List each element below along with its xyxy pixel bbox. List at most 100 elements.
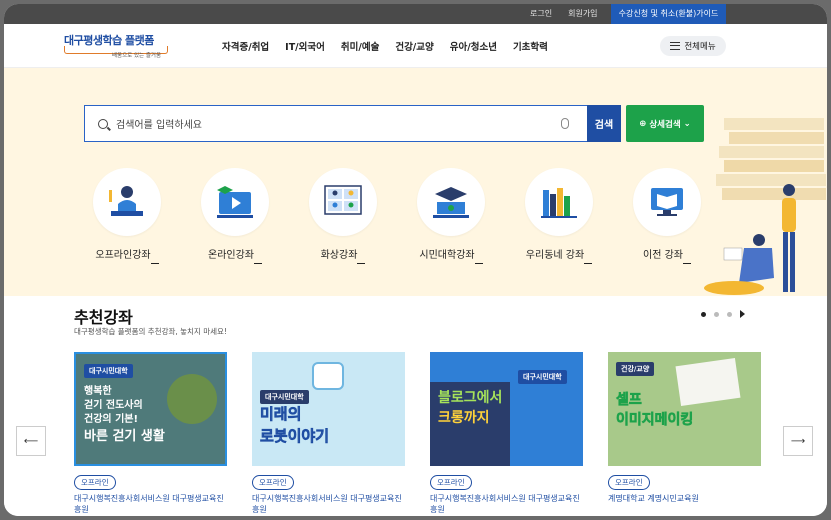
online-lecture-icon	[217, 186, 253, 218]
thumb-text: 걷기 전도사의	[84, 400, 143, 411]
main-nav: 자격증/취업 IT/외국어 취미/예술 건강/교양 유아/청소년 기초학력	[222, 24, 548, 68]
course-org: 대구시행복진흥사회서비스원 대구평생교육진흥원	[430, 494, 580, 514]
neighborhood-lecture-icon	[541, 188, 577, 218]
category-past[interactable]: 이전 강좌	[617, 168, 717, 268]
detail-search-label: 상세검색	[649, 119, 681, 130]
thumb-text: 건강의 기본!	[84, 414, 139, 425]
carousel-dot[interactable]	[714, 311, 719, 317]
course-card[interactable]: 대구시민대학 블로그에서 크롱까지 오프라인 대구시행복진흥사회서비스원 대구평…	[430, 352, 583, 516]
thumb-text: 블로그에서	[438, 390, 503, 406]
category-circle	[93, 168, 161, 236]
thumb-text: 미래의	[260, 405, 302, 423]
course-tag: 대구시민대학	[518, 370, 567, 384]
course-card[interactable]: 대구시민대학 행복한 걷기 전도사의 건강의 기본! 바른 걷기 생활 오프라인…	[74, 352, 227, 516]
category-citizen-university[interactable]: 시민대학강좌	[401, 168, 501, 268]
course-badge: 오프라인	[430, 475, 472, 490]
carousel-dot-active[interactable]	[701, 311, 706, 317]
microphone-icon[interactable]	[561, 118, 569, 129]
search-box: 검색어를 입력하세요	[84, 105, 587, 142]
hamburger-icon	[670, 42, 681, 50]
guide-link[interactable]: 수강신청 및 취소(환불)가이드	[611, 4, 726, 24]
category-video[interactable]: 화상강좌	[293, 168, 393, 268]
category-circle	[309, 168, 377, 236]
category-list: 오프라인강좌 온라인강좌 화상강좌 시민대학강좌 우리동네 강좌 이전 강좌	[77, 168, 717, 268]
hero-section: 검색어를 입력하세요 검색 ⊕ 상세검색 ⌄ 오프라인강좌 온라인강좌 화상강좌…	[4, 68, 827, 296]
login-link[interactable]: 로그인	[522, 4, 560, 24]
prev-arrow-button[interactable]: ⟵	[16, 426, 46, 456]
course-org: 대구시행복진흥사회서비스원 대구평생교육진흥원	[252, 494, 402, 514]
logo[interactable]: 대구평생학습 플랫폼 배움으로 있는 즐거움	[64, 32, 176, 62]
course-badge: 오프라인	[608, 475, 650, 490]
join-link[interactable]: 회원가입	[560, 4, 605, 24]
category-circle	[525, 168, 593, 236]
header: 대구평생학습 플랫폼 배움으로 있는 즐거움 자격증/취업 IT/외국어 취미/…	[4, 24, 827, 68]
offline-lecture-icon	[109, 186, 143, 216]
course-tag: 대구시민대학	[84, 364, 133, 378]
course-badge: 오프라인	[74, 475, 116, 490]
play-icon[interactable]	[740, 310, 745, 318]
carousel-indicator	[701, 310, 745, 318]
past-lecture-icon	[651, 188, 683, 216]
thumb-text: 행복한	[84, 386, 112, 397]
arrow-right-icon: ⟶	[790, 435, 806, 447]
utility-links: 로그인 회원가입	[522, 4, 606, 24]
category-label: 우리동네 강좌	[526, 246, 593, 264]
next-arrow-button[interactable]: ⟶	[783, 426, 813, 456]
thumb-title: 크롱까지	[438, 410, 490, 426]
logo-slogan: 배움으로 있는 즐거움	[112, 53, 162, 59]
thumb-title: 바른 걷기 생활	[84, 429, 165, 444]
all-menu-button[interactable]: 전체메뉴	[660, 36, 726, 56]
course-card[interactable]: 건강/교양 셀프 이미지메이킹 오프라인 계명대학교 계명시민교육원	[608, 352, 761, 516]
thumb-title: 로봇이야기	[260, 427, 330, 445]
nav-item-certificate[interactable]: 자격증/취업	[222, 39, 269, 53]
nav-item-health-culture[interactable]: 건강/교양	[395, 39, 433, 53]
all-menu-label: 전체메뉴	[684, 42, 716, 52]
recommended-section: 추천강좌 대구평생학습 플랫폼의 추천강좌, 놓치지 마세요! ⟵ ⟶ 대구시민…	[4, 296, 827, 516]
nav-item-basic-academics[interactable]: 기초학력	[513, 39, 548, 53]
chevron-down-icon: ⌄	[683, 118, 691, 129]
plus-search-icon: ⊕	[639, 118, 647, 129]
nav-item-hobby-art[interactable]: 취미/예술	[341, 39, 379, 53]
category-label: 오프라인강좌	[95, 246, 159, 264]
course-badge: 오프라인	[252, 475, 294, 490]
course-thumbnail[interactable]: 대구시민대학 미래의 로봇이야기	[252, 352, 405, 466]
course-thumbnail[interactable]: 대구시민대학 행복한 걷기 전도사의 건강의 기본! 바른 걷기 생활	[74, 352, 227, 466]
category-label: 화상강좌	[321, 246, 366, 264]
thumb-text: 셀프	[616, 392, 642, 409]
robot-image	[312, 362, 344, 390]
thumb-title: 이미지메이킹	[616, 412, 694, 429]
course-tag: 대구시민대학	[260, 390, 309, 404]
course-tag: 건강/교양	[616, 362, 655, 376]
browser-frame: 로그인 회원가입 수강신청 및 취소(환불)가이드 대구평생학습 플랫폼 배움으…	[4, 4, 827, 516]
search-input[interactable]: 검색어를 입력하세요	[116, 116, 561, 131]
category-online[interactable]: 온라인강좌	[185, 168, 285, 268]
arrow-left-icon: ⟵	[23, 435, 39, 447]
category-circle	[633, 168, 701, 236]
shoe-image	[167, 374, 217, 424]
course-card[interactable]: 대구시민대학 미래의 로봇이야기 오프라인 대구시행복진흥사회서비스원 대구평생…	[252, 352, 405, 516]
course-org: 계명대학교 계명시민교육원	[608, 494, 699, 503]
category-circle	[201, 168, 269, 236]
utility-bar: 로그인 회원가입 수강신청 및 취소(환불)가이드	[4, 4, 827, 24]
citizen-university-icon	[433, 187, 469, 218]
course-thumbnail[interactable]: 건강/교양 셀프 이미지메이킹	[608, 352, 761, 466]
section-subtitle: 대구평생학습 플랫폼의 추천강좌, 놓치지 마세요!	[74, 327, 227, 336]
course-thumbnail[interactable]: 대구시민대학 블로그에서 크롱까지	[430, 352, 583, 466]
nav-item-it-language[interactable]: IT/외국어	[285, 39, 325, 53]
category-label: 시민대학강좌	[419, 246, 483, 264]
category-label: 온라인강좌	[208, 246, 262, 264]
category-circle	[417, 168, 485, 236]
section-title: 추천강좌	[74, 308, 133, 327]
category-label: 이전 강좌	[643, 246, 691, 264]
nav-item-child-youth[interactable]: 유아/청소년	[450, 39, 497, 53]
search-icon	[98, 118, 108, 129]
carousel-dot[interactable]	[727, 311, 732, 317]
category-offline[interactable]: 오프라인강좌	[77, 168, 177, 268]
video-lecture-icon	[324, 185, 362, 215]
category-neighborhood[interactable]: 우리동네 강좌	[509, 168, 609, 268]
detail-search-button[interactable]: ⊕ 상세검색 ⌄	[626, 105, 704, 142]
course-org: 대구시행복진흥사회서비스원 대구평생교육진흥원	[74, 494, 224, 514]
course-card-list: 대구시민대학 행복한 걷기 전도사의 건강의 기본! 바른 걷기 생활 오프라인…	[74, 352, 761, 516]
book-image	[675, 358, 741, 406]
search-button[interactable]: 검색	[587, 105, 621, 142]
